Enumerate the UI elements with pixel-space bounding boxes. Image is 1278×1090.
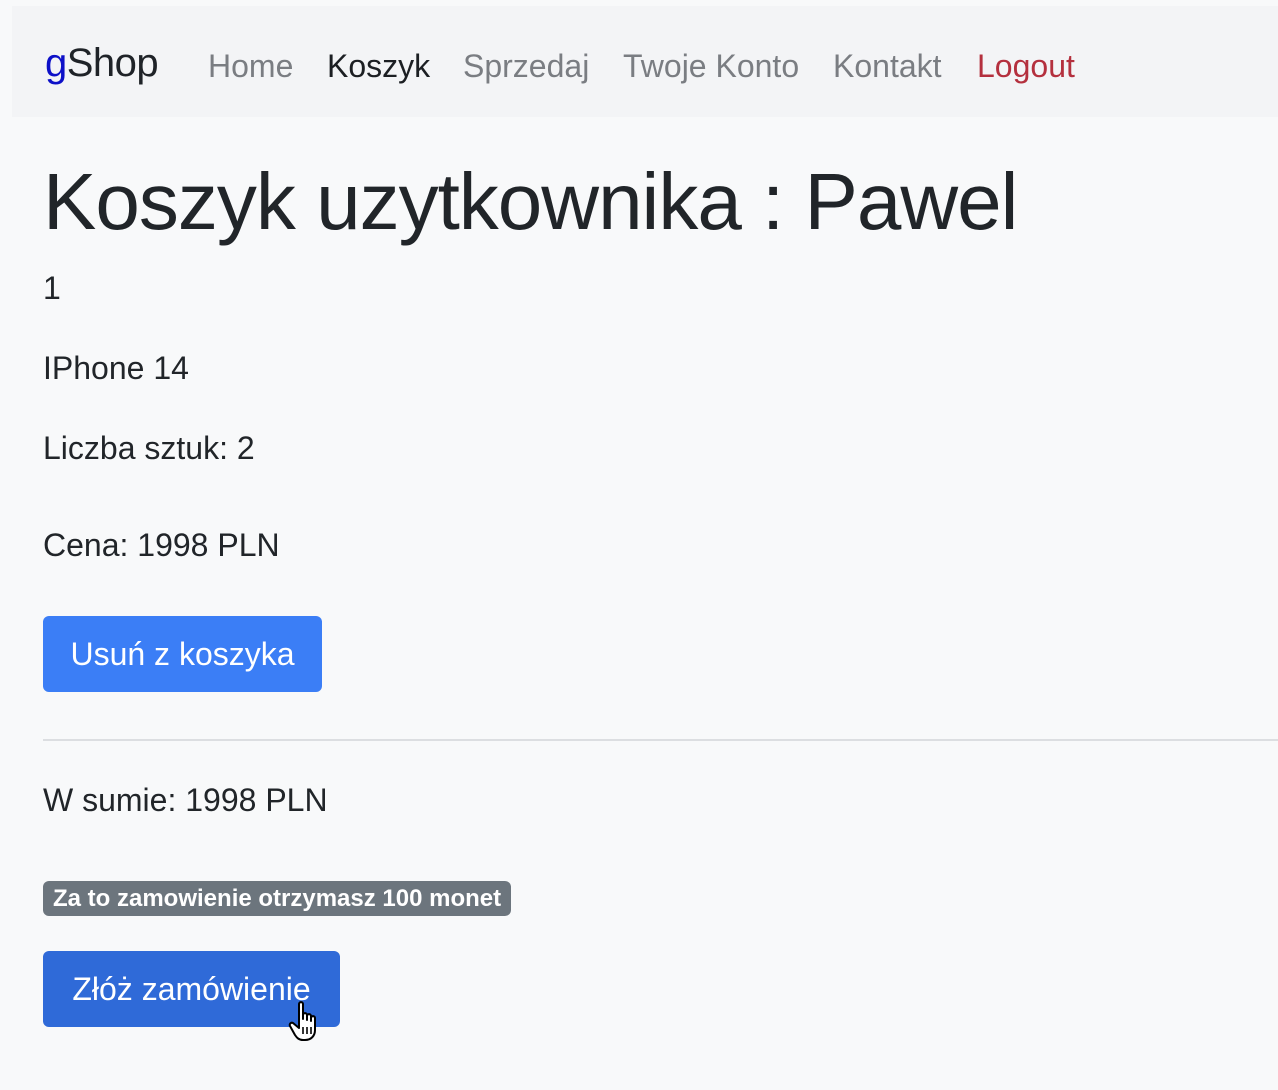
navbar: gShop Home Koszyk Sprzedaj Twoje Konto K…	[12, 6, 1278, 117]
divider	[43, 739, 1278, 741]
remove-from-cart-button[interactable]: Usuń z koszyka	[43, 616, 322, 692]
page-title: Koszyk uzytkownika : Pawel	[43, 157, 1018, 246]
brand-logo-g: g	[45, 41, 67, 85]
hand-pointer-icon	[288, 1001, 316, 1041]
nav-link-sprzedaj[interactable]: Sprzedaj	[463, 46, 589, 86]
cart-item-index: 1	[43, 270, 61, 306]
brand-logo-text: Shop	[66, 41, 159, 85]
cart-item-quantity: Liczba sztuk: 2	[43, 430, 255, 466]
nav-link-home[interactable]: Home	[208, 46, 293, 86]
nav-link-kontakt[interactable]: Kontakt	[833, 46, 942, 86]
cart-total: W sumie: 1998 PLN	[43, 782, 328, 818]
brand-logo[interactable]: gShop	[45, 38, 159, 88]
cart-item-price: Cena: 1998 PLN	[43, 527, 280, 563]
nav-link-logout[interactable]: Logout	[977, 46, 1075, 86]
cart-item-name: IPhone 14	[43, 350, 189, 386]
coins-badge: Za to zamowienie otrzymasz 100 monet	[43, 881, 512, 916]
nav-link-koszyk[interactable]: Koszyk	[327, 46, 430, 86]
nav-link-twoje-konto[interactable]: Twoje Konto	[623, 46, 799, 86]
